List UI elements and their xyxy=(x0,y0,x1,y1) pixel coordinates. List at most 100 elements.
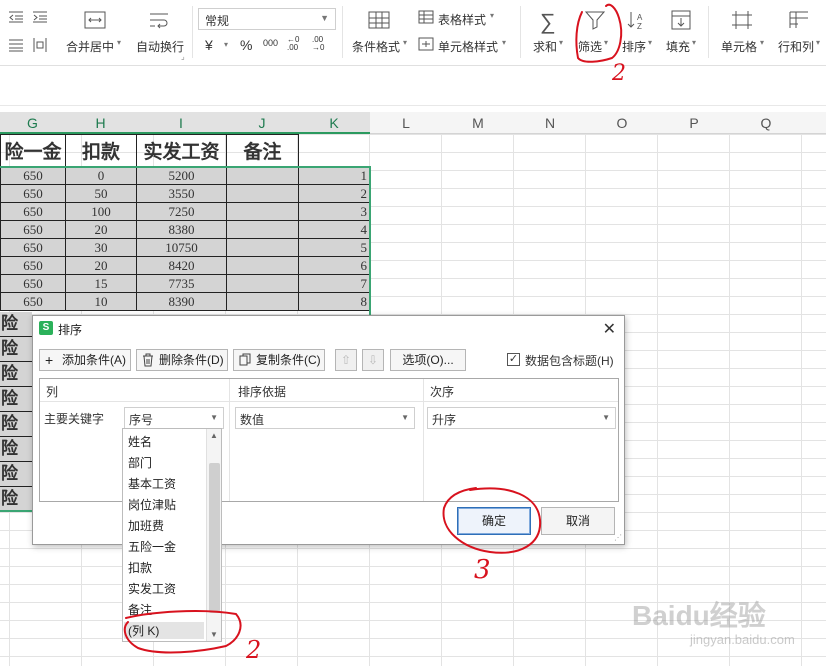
wrap-text-icon[interactable] xyxy=(148,10,170,33)
cell[interactable]: 险 xyxy=(0,487,32,512)
cell[interactable]: 8 xyxy=(298,292,371,311)
cell[interactable]: 7250 xyxy=(136,202,227,221)
increase-decimal-button[interactable]: ←0 .00 xyxy=(287,36,305,52)
merge-center-caret[interactable]: ▾ xyxy=(117,38,121,47)
cell[interactable]: 10 xyxy=(65,292,137,311)
chevron-down-icon[interactable]: ▼ xyxy=(210,630,218,639)
resize-grip-icon[interactable]: ⋰ xyxy=(614,533,622,542)
cell[interactable]: 0 xyxy=(65,166,137,185)
cell[interactable] xyxy=(226,166,299,185)
list-item[interactable]: 扣款 xyxy=(128,559,152,576)
list-item[interactable]: 部门 xyxy=(128,454,152,471)
cell[interactable]: 8390 xyxy=(136,292,227,311)
cell[interactable] xyxy=(226,292,299,311)
cell[interactable] xyxy=(226,256,299,275)
cell[interactable]: 3550 xyxy=(136,184,227,203)
alignment-dialog-launcher[interactable]: ⌟ xyxy=(181,52,185,61)
column-header[interactable]: Q xyxy=(730,112,802,134)
cell[interactable]: 5 xyxy=(298,238,371,257)
cell[interactable]: 650 xyxy=(0,220,66,239)
sort-icon[interactable]: AZ xyxy=(627,10,649,33)
cell[interactable]: 8380 xyxy=(136,220,227,239)
sort-caret[interactable]: ▾ xyxy=(648,38,652,47)
wrap-text-button[interactable]: 自动换行 xyxy=(136,38,184,55)
basis-dropdown[interactable]: 数值 ▼ xyxy=(235,407,415,429)
cell[interactable]: 20 xyxy=(65,256,137,275)
cell[interactable]: 30 xyxy=(65,238,137,257)
cell[interactable] xyxy=(226,202,299,221)
column-header[interactable]: H xyxy=(65,112,136,134)
list-item-selected[interactable]: (列 K) xyxy=(124,622,204,639)
align-justify-icon[interactable] xyxy=(8,38,24,55)
conditional-format-button[interactable]: 条件格式 xyxy=(352,38,400,55)
merge-center-button[interactable]: 合并居中 xyxy=(66,38,114,55)
table-style-icon[interactable] xyxy=(418,10,434,27)
sum-button[interactable]: 求和 xyxy=(533,38,557,55)
cancel-button[interactable]: 取消 xyxy=(541,507,615,535)
conditional-format-icon[interactable] xyxy=(368,10,390,33)
thousands-separator-button[interactable]: 000 xyxy=(263,38,278,48)
fill-button[interactable]: 填充 xyxy=(666,38,690,55)
cell-button[interactable]: 单元格 xyxy=(721,38,757,55)
cell-caret[interactable]: ▾ xyxy=(760,38,764,47)
currency-caret[interactable]: ▾ xyxy=(224,40,228,49)
filter-icon[interactable] xyxy=(584,10,606,33)
cell[interactable]: 650 xyxy=(0,256,66,275)
copy-condition-button[interactable]: 复制条件(C) xyxy=(233,349,325,371)
list-item[interactable]: 加班费 xyxy=(128,517,164,534)
indent-increase-icon[interactable] xyxy=(32,10,48,27)
cell[interactable]: 险 xyxy=(0,437,32,462)
options-button[interactable]: 选项(O)... xyxy=(390,349,466,371)
cell[interactable] xyxy=(226,238,299,257)
header-cell[interactable]: 备注 xyxy=(226,134,299,167)
table-style-caret[interactable]: ▾ xyxy=(490,11,494,20)
chevron-up-icon[interactable]: ▲ xyxy=(210,431,218,440)
header-cell[interactable]: 险一金 xyxy=(0,134,66,167)
list-item[interactable]: 五险一金 xyxy=(128,538,176,555)
cell[interactable]: 险 xyxy=(0,387,32,412)
rows-cols-icon[interactable] xyxy=(788,10,810,33)
cell[interactable]: 险 xyxy=(0,337,32,362)
cell[interactable]: 650 xyxy=(0,184,66,203)
cell[interactable]: 3 xyxy=(298,202,371,221)
cell[interactable]: 险 xyxy=(0,412,32,437)
order-dropdown[interactable]: 升序 ▼ xyxy=(427,407,616,429)
cell-style-caret[interactable]: ▾ xyxy=(502,38,506,47)
decrease-decimal-button[interactable]: .00 →0 xyxy=(312,36,330,52)
fill-icon[interactable] xyxy=(671,10,691,33)
cell[interactable]: 险 xyxy=(0,462,32,487)
column-header[interactable]: P xyxy=(658,112,730,134)
cell[interactable]: 7 xyxy=(298,274,371,293)
cell-icon[interactable] xyxy=(731,10,753,33)
cell[interactable]: 7735 xyxy=(136,274,227,293)
merge-center-icon[interactable] xyxy=(84,10,106,33)
sort-button[interactable]: 排序 xyxy=(622,38,646,55)
cell[interactable]: 1 xyxy=(298,166,371,185)
list-scrollbar[interactable]: ▲ ▼ xyxy=(206,429,221,641)
column-header[interactable]: O xyxy=(586,112,658,134)
cell[interactable]: 险 xyxy=(0,312,32,337)
move-down-button[interactable]: ⇩ xyxy=(362,349,384,371)
column-header[interactable]: I xyxy=(136,112,226,134)
cell[interactable]: 100 xyxy=(65,202,137,221)
cell[interactable]: 8420 xyxy=(136,256,227,275)
filter-button[interactable]: 筛选 xyxy=(578,38,602,55)
indent-decrease-icon[interactable] xyxy=(8,10,24,27)
cell[interactable]: 5200 xyxy=(136,166,227,185)
cell[interactable] xyxy=(226,274,299,293)
cell[interactable] xyxy=(226,184,299,203)
cell[interactable]: 2 xyxy=(298,184,371,203)
delete-condition-button[interactable]: 删除条件(D) xyxy=(136,349,228,371)
sum-caret[interactable]: ▾ xyxy=(559,38,563,47)
cell[interactable]: 50 xyxy=(65,184,137,203)
key-dropdown[interactable]: 序号 ▼ xyxy=(124,407,224,429)
percent-button[interactable]: % xyxy=(240,37,252,53)
cell[interactable] xyxy=(226,220,299,239)
cell[interactable]: 650 xyxy=(0,292,66,311)
column-header[interactable]: N xyxy=(514,112,586,134)
cell[interactable]: 650 xyxy=(0,166,66,185)
header-cell[interactable]: 实发工资 xyxy=(136,134,227,167)
list-item[interactable]: 实发工资 xyxy=(128,580,176,597)
cell-style-icon[interactable] xyxy=(418,37,434,54)
cell-style-button[interactable]: 单元格样式 xyxy=(438,38,498,55)
